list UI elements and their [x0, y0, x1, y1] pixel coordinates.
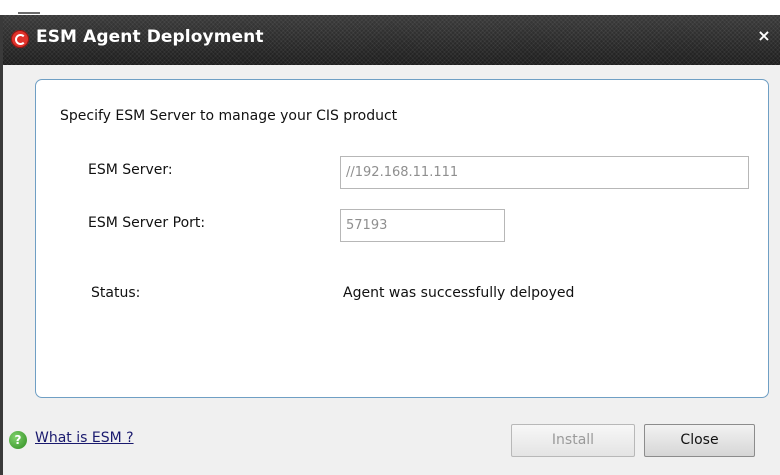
esm-server-input[interactable]: [340, 156, 749, 189]
what-is-esm-link[interactable]: What is ESM ?: [35, 430, 134, 446]
esm-server-label: ESM Server:: [88, 162, 173, 178]
esm-server-port-label: ESM Server Port:: [88, 215, 206, 231]
top-strip: [0, 0, 780, 15]
panel-heading: Specify ESM Server to manage your CIS pr…: [60, 108, 398, 124]
settings-panel: Specify ESM Server to manage your CIS pr…: [35, 79, 769, 398]
title-bar[interactable]: ESM Agent Deployment ×: [3, 15, 780, 65]
install-button[interactable]: Install: [511, 424, 635, 457]
esm-server-port-input[interactable]: [340, 209, 505, 242]
window-title: ESM Agent Deployment: [36, 27, 264, 47]
status-label: Status:: [91, 285, 141, 301]
close-icon[interactable]: ×: [754, 24, 774, 48]
comodo-c-icon: [11, 30, 29, 48]
question-icon: ?: [9, 431, 27, 449]
close-button[interactable]: Close: [644, 424, 755, 457]
status-value: Agent was successfully delpoyed: [343, 285, 575, 301]
dialog-window: ESM Agent Deployment × Specify ESM Serve…: [0, 15, 780, 475]
top-tick: [18, 12, 40, 14]
